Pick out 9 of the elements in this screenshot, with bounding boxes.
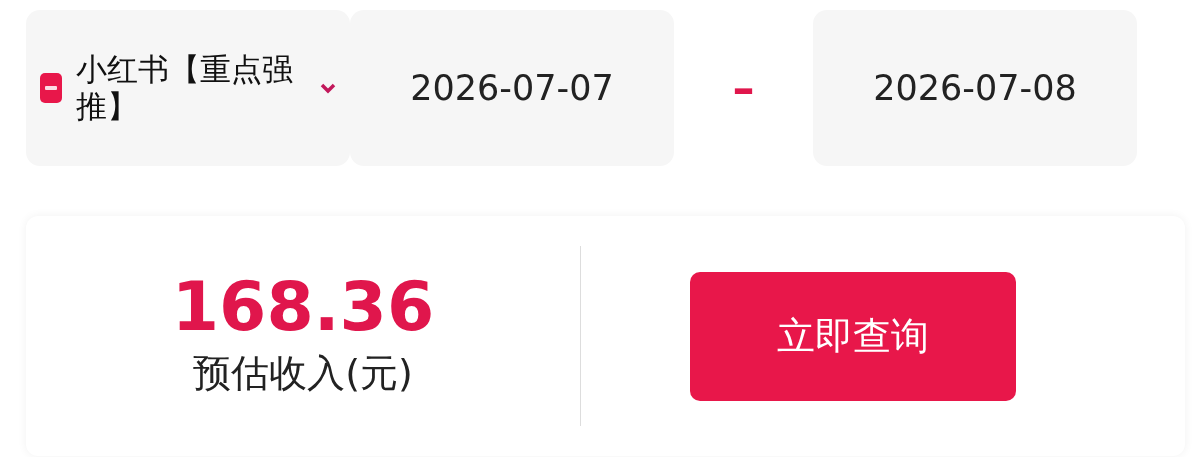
app-logo-icon	[40, 73, 62, 103]
query-button[interactable]: 立即查询	[690, 271, 1016, 401]
amount-value: 168.36	[171, 270, 435, 345]
end-date-field[interactable]: 2026-07-08	[813, 10, 1137, 166]
platform-dropdown[interactable]: 小红书【重点强推】	[26, 10, 350, 166]
amount-label: 预估收入(元)	[193, 349, 413, 397]
chevron-down-icon	[320, 82, 336, 94]
range-separator: –	[731, 61, 756, 115]
start-date-field[interactable]: 2026-07-07	[350, 10, 674, 166]
